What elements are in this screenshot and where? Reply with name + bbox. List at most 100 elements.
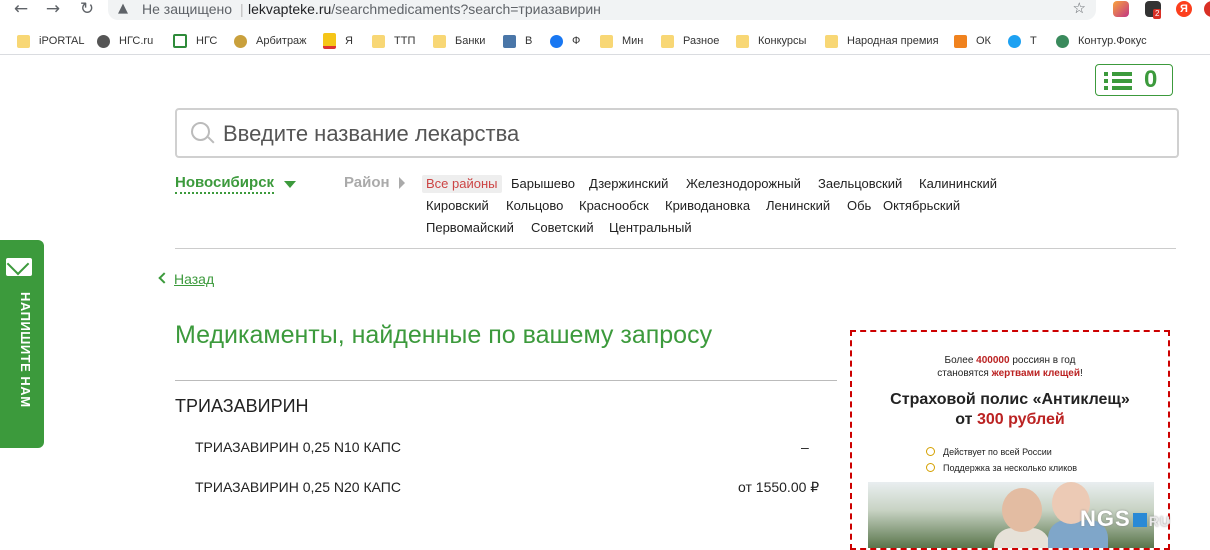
bookmark-kontur-fokus[interactable]: Контур.Фокус: [1056, 32, 1147, 50]
ngs-icon: [173, 34, 187, 48]
ngs-watermark: NGS RU: [1080, 506, 1171, 531]
bookmark-label: Банки: [455, 35, 486, 47]
yandex-extension-icon[interactable]: Я: [1176, 1, 1192, 17]
back-label: Назад: [174, 271, 215, 287]
caret-down-icon[interactable]: [284, 181, 296, 188]
bookmark-narodnaya-premiya[interactable]: Народная премия: [825, 32, 939, 50]
check-icon: [926, 463, 935, 472]
ad-photo-child: [1002, 488, 1042, 532]
divider: [175, 380, 837, 381]
bookmark-star-icon[interactable]: ☆: [1073, 0, 1086, 17]
bookmark-label: Я: [345, 35, 353, 47]
district-all[interactable]: Все районы: [422, 175, 502, 193]
result-item-price: –: [801, 439, 809, 455]
bookmark-ok[interactable]: ОК: [954, 32, 991, 50]
bookmark-arbitrazh[interactable]: Арбитраж: [234, 32, 307, 50]
bookmark-label: Конкурсы: [758, 35, 807, 47]
search-input[interactable]: [221, 118, 1125, 150]
bookmark-label: Народная премия: [847, 35, 939, 47]
ad-bullet: Поддержка за несколько кликов: [926, 462, 1077, 473]
bookmark-label: Контур.Фокус: [1078, 35, 1147, 47]
bookmark-ya[interactable]: Я: [323, 32, 353, 50]
instagram-extension-icon[interactable]: [1113, 1, 1129, 17]
feedback-label: НАПИШИТЕ НАМ: [18, 292, 33, 408]
bookmark-label: Мин: [622, 35, 644, 47]
profile-icon[interactable]: [1204, 1, 1210, 17]
district-item[interactable]: Обь: [847, 198, 871, 214]
bookmarks-bar: iPORTAL НГС.ru НГС Арбитраж Я ТТП Банки …: [0, 28, 1210, 55]
globe-icon: [97, 34, 110, 48]
bookmark-ngs[interactable]: НГС: [173, 32, 217, 50]
chevron-left-icon: [158, 272, 170, 284]
folder-icon: [372, 34, 385, 48]
cart-button[interactable]: 0: [1095, 64, 1173, 96]
result-item-price[interactable]: от 1550.00 ₽: [738, 479, 819, 496]
district-item[interactable]: Ленинский: [766, 198, 830, 214]
bookmark-label: Ф: [572, 35, 581, 47]
district-item[interactable]: Дзержинский: [589, 176, 668, 192]
extension-badge: 2: [1153, 9, 1162, 19]
divider: [175, 248, 1176, 249]
folder-icon: [17, 34, 30, 48]
browser-toolbar: ← → ↻ ▲ Не защищено | lekvapteke.ru/sear…: [0, 0, 1210, 22]
kontur-icon: [1056, 34, 1069, 48]
district-item[interactable]: Железнодорожный: [686, 176, 801, 192]
district-item[interactable]: Первомайский: [426, 220, 514, 236]
district-item[interactable]: Краснообск: [579, 198, 649, 214]
vk-icon: [503, 34, 516, 48]
url-text[interactable]: lekvapteke.ru/searchmedicaments?search=т…: [248, 0, 601, 18]
url-host: lekvapteke.ru: [248, 1, 332, 17]
district-item[interactable]: Заельцовский: [818, 176, 902, 192]
bookmark-min[interactable]: Мин: [600, 32, 643, 50]
bookmark-vk[interactable]: В: [503, 32, 532, 50]
list-icon: [1104, 71, 1132, 91]
back-arrow-icon[interactable]: ←: [10, 0, 32, 18]
emblem-icon: [234, 34, 247, 48]
folder-icon: [433, 34, 446, 48]
district-item[interactable]: Барышево: [511, 176, 575, 192]
result-item-name[interactable]: ТРИАЗАВИРИН 0,25 N10 КАПС: [195, 439, 401, 455]
bookmark-label: НГС: [196, 35, 218, 47]
address-bar[interactable]: ▲ Не защищено | lekvapteke.ru/searchmedi…: [108, 0, 1096, 20]
bookmark-label: Арбитраж: [256, 35, 307, 47]
district-item[interactable]: Криводановка: [665, 198, 750, 214]
forward-arrow-icon[interactable]: →: [42, 0, 64, 18]
district-label: Район: [344, 174, 390, 191]
bookmark-ttp[interactable]: ТТП: [372, 32, 415, 50]
extension-icon[interactable]: 2: [1145, 1, 1162, 19]
bookmark-konkursy[interactable]: Конкурсы: [736, 32, 806, 50]
district-item[interactable]: Кольцово: [506, 198, 563, 214]
url-path: /searchmedicaments?search=триазавирин: [331, 1, 601, 17]
district-item[interactable]: Кировский: [426, 198, 489, 214]
bookmark-iportal[interactable]: iPORTAL: [17, 32, 84, 50]
bookmark-twitter[interactable]: Т: [1008, 32, 1037, 50]
folder-icon: [736, 34, 749, 48]
ad-headline: Страховой полис «Антиклещ» от 300 рублей: [890, 391, 1130, 428]
bookmark-raznoe[interactable]: Разное: [661, 32, 719, 50]
bookmark-banki[interactable]: Банки: [433, 32, 485, 50]
cart-count: 0: [1144, 66, 1158, 93]
folder-icon: [600, 34, 613, 48]
folder-icon: [661, 34, 674, 48]
twitter-icon: [1008, 34, 1021, 48]
district-item[interactable]: Центральный: [609, 220, 692, 236]
city-selector[interactable]: Новосибирск: [175, 174, 275, 194]
page-title: Медикаменты, найденные по вашему запросу: [175, 321, 713, 349]
result-item-name[interactable]: ТРИАЗАВИРИН 0,25 N20 КАПС: [195, 479, 401, 495]
warning-icon: ▲: [118, 1, 128, 16]
url-separator: |: [240, 1, 244, 17]
result-group-title[interactable]: ТРИАЗАВИРИН: [175, 396, 309, 417]
bookmark-ngs-ru[interactable]: НГС.ru: [97, 32, 153, 50]
security-label: Не защищено: [142, 1, 232, 17]
search-box[interactable]: [175, 108, 1179, 158]
district-item[interactable]: Советский: [531, 220, 594, 236]
bookmark-facebook[interactable]: Ф: [550, 32, 580, 50]
district-item[interactable]: Калининский: [919, 176, 997, 192]
back-link[interactable]: Назад: [158, 271, 215, 287]
feedback-tab[interactable]: НАПИШИТЕ НАМ: [0, 240, 44, 448]
mail-icon: [323, 33, 336, 49]
district-item[interactable]: Октябрьский: [883, 198, 960, 214]
reload-icon[interactable]: ↻: [76, 0, 98, 18]
facebook-icon: [550, 34, 563, 48]
bookmark-label: ТТП: [394, 35, 416, 47]
